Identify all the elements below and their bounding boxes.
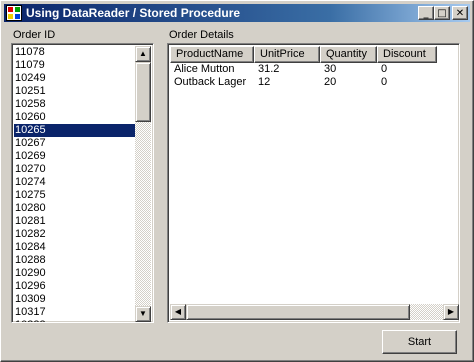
order-id-listbox[interactable]: 11078 11079 10249 10251 10258 10260 10265 10267… xyxy=(11,43,154,323)
table-cell: 30 xyxy=(324,63,337,75)
scroll-up-icon[interactable]: ▲ xyxy=(135,46,151,62)
order-id-label: Order ID xyxy=(13,29,56,41)
minimize-button[interactable]: _ xyxy=(418,6,434,20)
order-list-item[interactable]: 10267 xyxy=(14,137,135,150)
table-row[interactable]: Outback Lager 12 20 0 xyxy=(170,76,459,89)
order-list-item[interactable]: 10274 xyxy=(14,176,135,189)
order-list-item[interactable]: 10281 xyxy=(14,215,135,228)
order-list-item[interactable]: 10260 xyxy=(14,111,135,124)
main-window: Using DataReader / Stored Procedure _ □ … xyxy=(0,0,474,362)
app-icon xyxy=(6,5,22,21)
table-cell: Outback Lager xyxy=(174,76,247,88)
order-list-items: 11078 11079 10249 10251 10258 10260 10265 10267… xyxy=(14,46,135,322)
order-list-item[interactable]: 10258 xyxy=(14,98,135,111)
order-list-item[interactable]: 10290 xyxy=(14,267,135,280)
order-list-item[interactable]: 10280 xyxy=(14,202,135,215)
scroll-right-icon[interactable]: ▶ xyxy=(443,304,459,320)
order-list-item[interactable]: 10265 xyxy=(14,124,135,137)
order-list-item[interactable]: 10323 xyxy=(14,319,135,322)
column-header-discount[interactable]: Discount xyxy=(377,46,437,63)
order-list-item[interactable]: 10296 xyxy=(14,280,135,293)
grid-horizontal-scrollbar[interactable]: ◀ ▶ xyxy=(170,304,459,320)
order-list-item[interactable]: 10275 xyxy=(14,189,135,202)
scroll-thumb[interactable] xyxy=(135,62,151,122)
grid-header: ProductName UnitPrice Quantity Discount xyxy=(170,46,437,63)
order-list-item[interactable]: 10270 xyxy=(14,163,135,176)
close-button[interactable]: ✕ xyxy=(452,6,468,20)
hscroll-thumb[interactable] xyxy=(186,304,410,320)
table-cell: 12 xyxy=(258,76,271,88)
table-cell: 20 xyxy=(324,76,337,88)
order-details-grid[interactable]: ProductName UnitPrice Quantity Discount Ali… xyxy=(167,43,460,323)
order-list-item[interactable]: 10288 xyxy=(14,254,135,267)
table-cell: 0 xyxy=(381,76,388,88)
scroll-down-icon[interactable]: ▼ xyxy=(135,306,151,322)
order-list-item[interactable]: 10284 xyxy=(14,241,135,254)
table-row[interactable]: Alice Mutton 31.2 30 0 xyxy=(170,63,459,76)
grid-body: Alice Mutton 31.2 30 0 Outback Lager 12 20 0 xyxy=(170,63,459,303)
order-details-label: Order Details xyxy=(169,29,234,41)
scroll-left-icon[interactable]: ◀ xyxy=(170,304,186,320)
column-header-productname[interactable]: ProductName xyxy=(170,46,254,63)
order-list-item[interactable]: 10309 xyxy=(14,293,135,306)
start-button[interactable]: Start xyxy=(382,330,457,354)
order-list-item[interactable]: 10249 xyxy=(14,72,135,85)
order-list-item[interactable]: 10251 xyxy=(14,85,135,98)
order-list-item[interactable]: 10317 xyxy=(14,306,135,319)
table-cell: 31.2 xyxy=(258,63,280,75)
order-list-item[interactable]: 11079 xyxy=(14,59,135,72)
order-list-item[interactable]: 10282 xyxy=(14,228,135,241)
order-list-item[interactable]: 11078 xyxy=(14,46,135,59)
column-header-unitprice[interactable]: UnitPrice xyxy=(254,46,320,63)
column-header-quantity[interactable]: Quantity xyxy=(320,46,377,63)
table-cell: 0 xyxy=(381,63,388,75)
orders-vertical-scrollbar[interactable]: ▲ ▼ xyxy=(135,46,151,322)
table-cell: Alice Mutton xyxy=(174,63,235,75)
window-title: Using DataReader / Stored Procedure xyxy=(26,6,241,20)
maximize-button[interactable]: □ xyxy=(434,6,450,20)
order-list-item[interactable]: 10269 xyxy=(14,150,135,163)
title-bar[interactable]: Using DataReader / Stored Procedure _ □ … xyxy=(4,4,470,22)
